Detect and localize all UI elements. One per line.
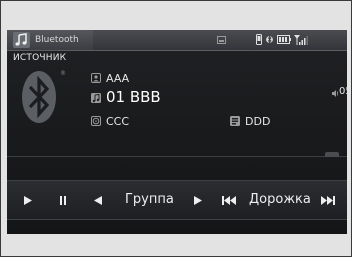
genre-name: DDD	[245, 115, 271, 128]
audio-screen: Bluetooth ИСТОЧНИК ® AAA 01 BBB CCC DDD …	[7, 30, 347, 234]
group-prev-button[interactable]	[87, 181, 109, 219]
bluetooth-logo	[22, 71, 56, 123]
play-button[interactable]	[15, 181, 43, 219]
group-next-button[interactable]	[187, 181, 209, 219]
track-label-area: Дорожка	[245, 181, 317, 219]
pause-button[interactable]	[51, 181, 75, 219]
small-screen-icon	[217, 36, 226, 44]
registered-mark: ®	[60, 70, 66, 77]
skip-forward-icon	[321, 196, 335, 205]
genre-icon	[230, 116, 240, 126]
source-name: Bluetooth	[35, 35, 79, 45]
album-name: CCC	[106, 115, 130, 128]
progress-thumb[interactable]	[325, 152, 339, 157]
battery-icon	[277, 35, 291, 44]
play-icon	[24, 196, 32, 205]
progress-track	[7, 156, 347, 157]
track-title: 01 BBB	[106, 88, 161, 106]
right-arrow-icon	[194, 196, 202, 205]
elapsed-time: 05	[339, 86, 347, 97]
track-label: Дорожка	[249, 192, 311, 207]
artist-icon	[91, 73, 101, 83]
signal-icon	[294, 35, 308, 45]
left-arrow-icon	[94, 196, 102, 205]
phone-icon	[256, 34, 262, 45]
bluetooth-icon	[266, 35, 273, 44]
control-bar: Группа Дорожка	[7, 180, 347, 220]
speaker-icon	[332, 90, 338, 97]
pause-icon	[60, 196, 66, 205]
track-prev-button[interactable]	[217, 181, 243, 219]
figure-frame: Bluetooth ИСТОЧНИК ® AAA 01 BBB CCC DDD …	[0, 0, 352, 257]
track-next-button[interactable]	[317, 181, 343, 219]
album-icon	[91, 116, 101, 126]
music-note-icon	[13, 32, 30, 48]
source-tab[interactable]: Bluetooth	[7, 30, 93, 50]
status-bar: Bluetooth	[7, 30, 347, 51]
skip-back-icon	[222, 196, 236, 205]
track-icon	[91, 93, 101, 103]
artist-name: AAA	[106, 72, 130, 85]
source-label: ИСТОЧНИК	[13, 53, 67, 63]
group-label-area: Группа	[115, 181, 183, 219]
group-label: Группа	[125, 192, 174, 207]
